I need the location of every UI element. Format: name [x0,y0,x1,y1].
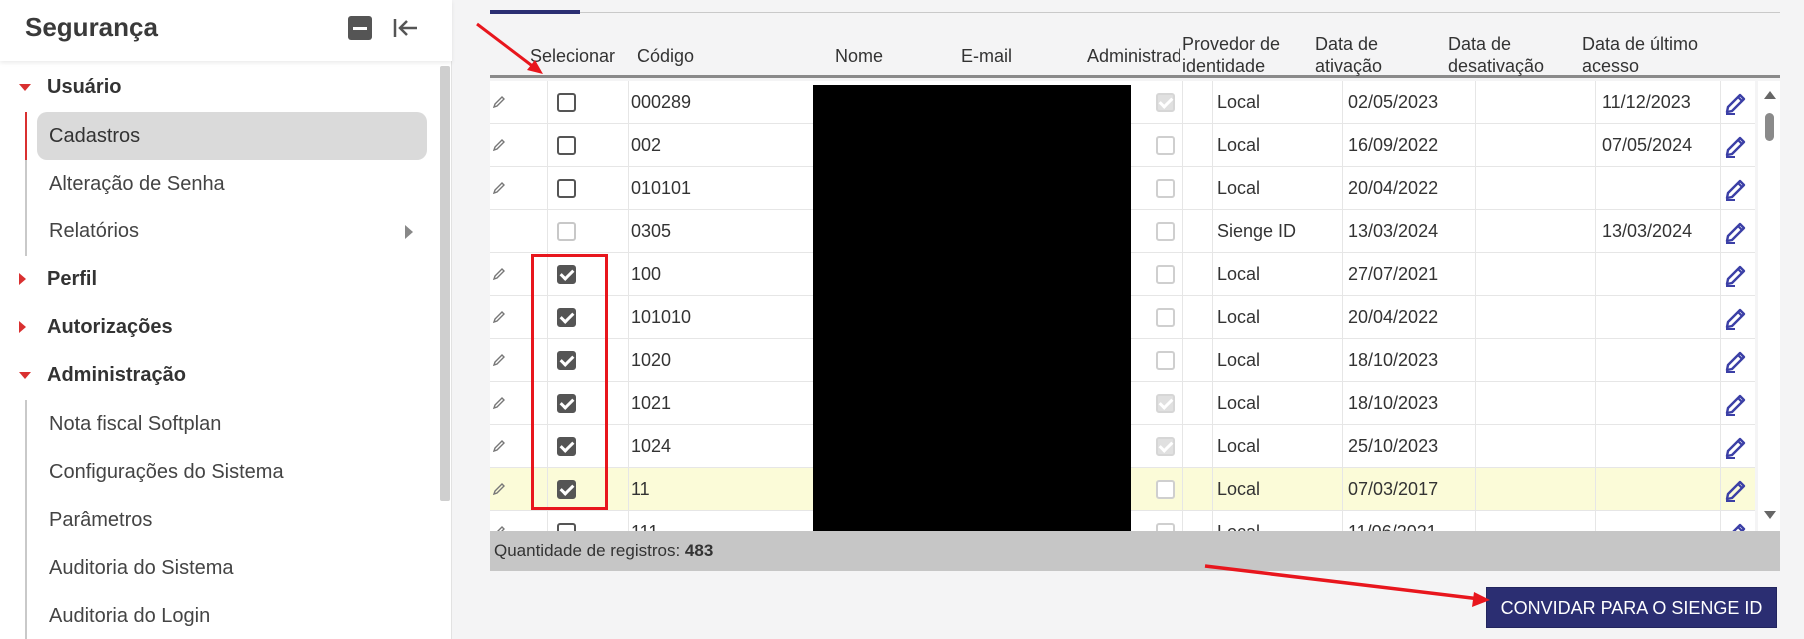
annotation-arrows [476,22,1490,607]
